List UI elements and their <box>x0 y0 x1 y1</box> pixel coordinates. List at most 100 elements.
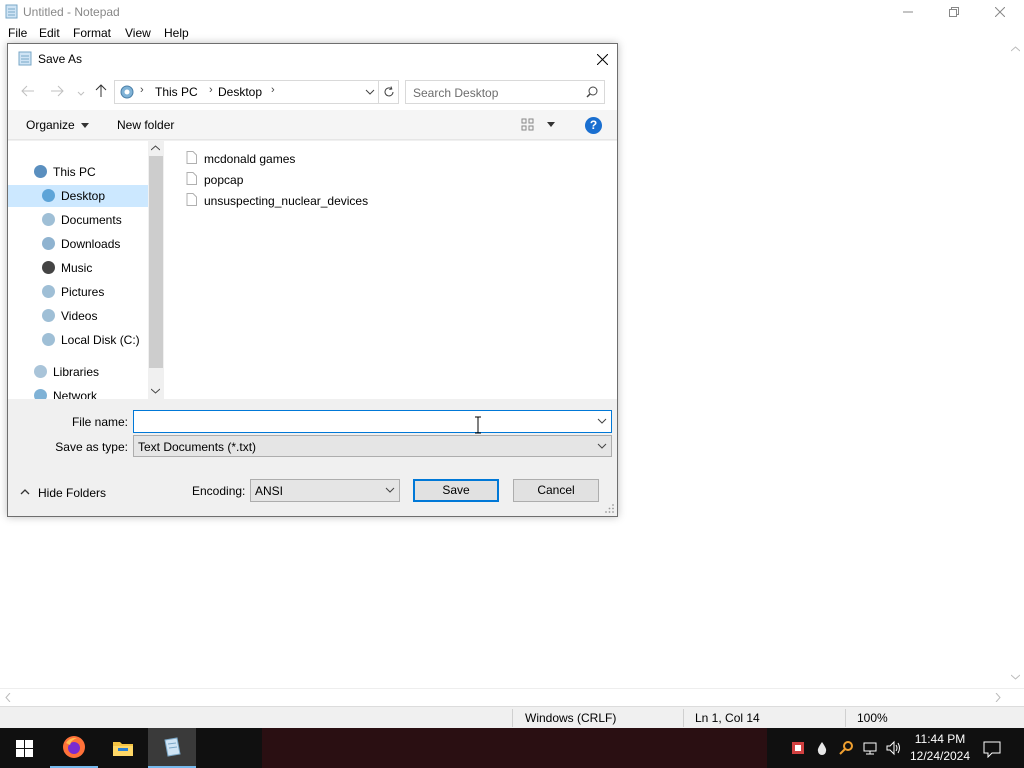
menu-help[interactable]: Help <box>164 26 189 40</box>
save-button[interactable]: Save <box>413 479 499 502</box>
tree-item-documents[interactable]: Documents <box>8 209 148 231</box>
address-dropdown-button[interactable] <box>362 83 378 101</box>
navigation-pane: This PC Desktop Documents Downloads Musi… <box>8 141 148 399</box>
hide-folders-button[interactable]: Hide Folders <box>38 486 106 500</box>
chevron-down-icon[interactable] <box>597 414 607 428</box>
drop-icon[interactable] <box>814 740 830 756</box>
refresh-button[interactable] <box>378 81 398 103</box>
start-button[interactable] <box>0 728 48 768</box>
resize-grip-icon[interactable] <box>605 504 615 514</box>
caret-down-icon <box>81 123 90 129</box>
file-item[interactable]: unsuspecting_nuclear_devices <box>186 191 376 211</box>
notepad-icon <box>164 737 181 757</box>
cancel-button[interactable]: Cancel <box>513 479 599 502</box>
restore-icon <box>949 7 959 17</box>
volume-icon[interactable] <box>886 740 902 756</box>
scroll-right-icon <box>995 693 1001 702</box>
network-icon[interactable] <box>862 740 878 756</box>
desktop-icon <box>42 189 55 202</box>
save-as-type-value: Text Documents (*.txt) <box>138 440 257 454</box>
restore-button[interactable] <box>931 0 977 24</box>
menu-file[interactable]: File <box>8 26 27 40</box>
tree-item-libraries[interactable]: Libraries <box>8 361 148 383</box>
file-name-input[interactable] <box>138 414 588 430</box>
chevron-up-icon[interactable] <box>20 487 30 497</box>
recent-locations-button[interactable] <box>72 84 90 100</box>
back-button[interactable] <box>19 84 37 100</box>
tree-item-downloads[interactable]: Downloads <box>8 233 148 255</box>
taskbar: 11:44 PM 12/24/2024 <box>0 728 1024 768</box>
menu-format[interactable]: Format <box>73 26 111 40</box>
editor-vertical-scrollbar[interactable] <box>1007 42 1024 690</box>
tree-item-music[interactable]: Music <box>8 257 148 279</box>
organize-button[interactable]: Organize <box>26 118 90 132</box>
tree-item-label: Music <box>61 261 93 275</box>
file-icon <box>186 172 197 185</box>
status-zoom: 100% <box>857 711 888 725</box>
editor-horizontal-scrollbar[interactable] <box>0 688 1024 705</box>
breadcrumb-desktop[interactable]: Desktop <box>218 85 262 99</box>
notepad-icon <box>5 4 18 19</box>
tree-item-this-pc[interactable]: This PC <box>8 161 148 183</box>
tree-item-local-disk[interactable]: Local Disk (C:) <box>8 329 148 351</box>
notification-icon[interactable] <box>983 740 1001 758</box>
address-bar[interactable]: › This PC › Desktop › <box>114 80 399 104</box>
breadcrumb-this-pc[interactable]: This PC <box>155 85 198 99</box>
tray-app-icon[interactable] <box>790 740 806 756</box>
documents-icon <box>42 213 55 226</box>
file-item[interactable]: mcdonald games <box>186 149 306 169</box>
firefox-icon <box>63 736 85 758</box>
tree-item-label: Local Disk (C:) <box>61 333 140 347</box>
tree-item-label: Network <box>53 389 98 399</box>
dialog-titlebar: Save As <box>8 44 617 74</box>
chevron-down-icon <box>385 487 395 493</box>
arrow-right-icon <box>51 85 64 97</box>
taskbar-notepad[interactable] <box>148 728 196 768</box>
file-item[interactable]: popcap <box>186 170 266 190</box>
save-as-dialog: Save As › This PC › Desktop › Search Des… <box>7 43 618 517</box>
dialog-title: Save As <box>38 52 83 66</box>
minimize-button[interactable] <box>885 0 931 24</box>
tree-item-label: Pictures <box>61 285 105 299</box>
videos-icon <box>42 309 55 322</box>
menu-edit[interactable]: Edit <box>39 26 60 40</box>
tree-scroll-thumb[interactable] <box>149 156 163 368</box>
arrow-left-icon <box>21 85 34 97</box>
file-icon <box>186 151 197 164</box>
tree-item-label: Libraries <box>53 365 100 379</box>
tree-item-label: Videos <box>61 309 98 323</box>
taskbar-firefox[interactable] <box>50 728 98 768</box>
tree-item-videos[interactable]: Videos <box>8 305 148 327</box>
breadcrumb-separator: › <box>209 84 213 96</box>
tree-item-label: Downloads <box>61 237 121 251</box>
scroll-up-icon <box>1011 46 1020 52</box>
taskbar-file-explorer[interactable] <box>99 728 147 768</box>
encoding-select[interactable]: ANSI <box>250 479 400 502</box>
text-cursor-icon <box>475 416 481 434</box>
organize-label: Organize <box>26 118 75 132</box>
status-line-ending: Windows (CRLF) <box>525 711 617 725</box>
tree-item-network[interactable]: Network <box>8 385 148 399</box>
close-window-button[interactable] <box>977 0 1023 24</box>
key-icon[interactable] <box>838 740 854 756</box>
caret-down-icon[interactable] <box>547 122 555 127</box>
file-name-field[interactable] <box>133 410 612 433</box>
up-button[interactable] <box>92 84 110 100</box>
scroll-down-icon <box>151 388 160 394</box>
menu-view[interactable]: View <box>125 26 151 40</box>
tree-item-pictures[interactable]: Pictures <box>8 281 148 303</box>
help-icon[interactable]: ? <box>585 117 602 134</box>
file-name: mcdonald games <box>204 152 296 166</box>
search-box[interactable]: Search Desktop <box>405 80 605 104</box>
breadcrumb-separator: › <box>271 84 275 96</box>
taskbar-empty-area <box>262 728 767 768</box>
new-folder-button[interactable]: New folder <box>117 118 174 132</box>
save-as-type-select[interactable]: Text Documents (*.txt) <box>133 435 612 457</box>
taskbar-clock[interactable]: 11:44 PM 12/24/2024 <box>905 731 975 765</box>
forward-button[interactable] <box>48 84 66 100</box>
computer-icon <box>34 165 47 178</box>
libraries-icon <box>34 365 47 378</box>
dialog-close-button[interactable] <box>591 48 613 70</box>
view-options-icon[interactable] <box>521 118 539 132</box>
tree-item-desktop[interactable]: Desktop <box>8 185 148 207</box>
